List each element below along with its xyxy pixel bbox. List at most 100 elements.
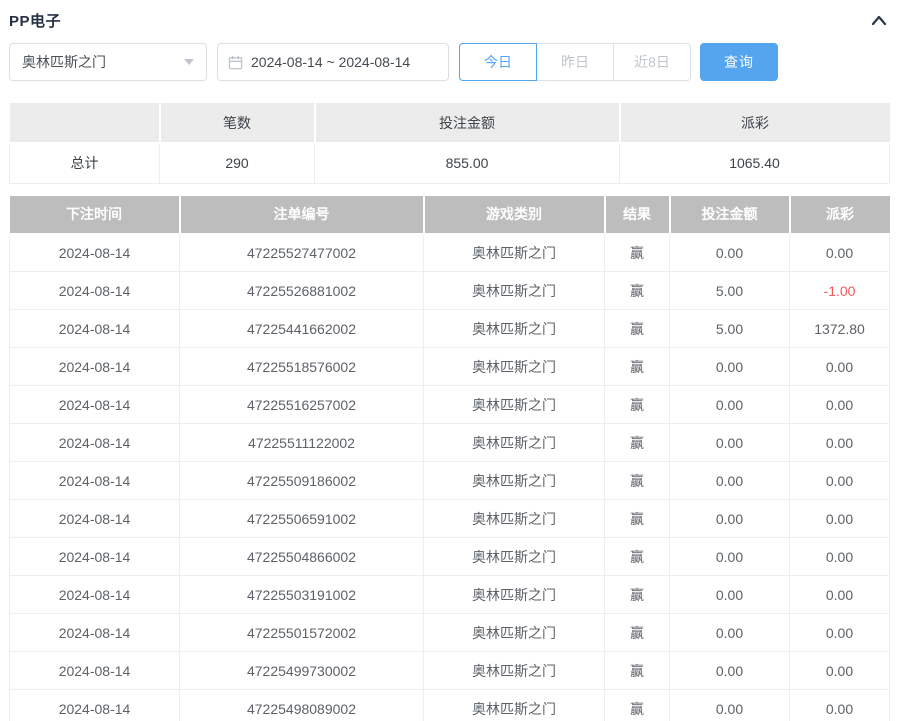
table-row: 2024-08-1447225441662002奥林匹斯之门赢5.001372.… [10,310,890,348]
table-cell: 奥林匹斯之门 [424,462,605,500]
table-row: 2024-08-1447225498089002奥林匹斯之门赢0.000.00 [10,690,890,721]
table-cell: 47225504866002 [180,538,424,576]
yesterday-button[interactable]: 昨日 [536,43,614,81]
table-cell: 赢 [605,538,670,576]
table-cell: 2024-08-14 [10,424,180,462]
records-column-header: 注单编号 [180,196,424,234]
summary-total-row: 总计 290 855.00 1065.40 [10,143,890,183]
table-cell: 0.00 [670,614,790,652]
table-cell: 2024-08-14 [10,348,180,386]
table-cell: 47225506591002 [180,500,424,538]
table-cell: 0.00 [790,500,890,538]
table-cell: 奥林匹斯之门 [424,424,605,462]
collapse-chevron-up-icon[interactable] [868,9,890,31]
table-cell: 0.00 [790,234,890,272]
table-cell: 0.00 [670,690,790,721]
table-cell: 奥林匹斯之门 [424,348,605,386]
table-row: 2024-08-1447225506591002奥林匹斯之门赢0.000.00 [10,500,890,538]
table-row: 2024-08-1447225526881002奥林匹斯之门赢5.00-1.00 [10,272,890,310]
table-cell: 47225499730002 [180,652,424,690]
table-cell: 奥林匹斯之门 [424,234,605,272]
table-cell: 赢 [605,272,670,310]
table-cell: 47225518576002 [180,348,424,386]
table-row: 2024-08-1447225527477002奥林匹斯之门赢0.000.00 [10,234,890,272]
table-cell: 1372.80 [790,310,890,348]
table-cell: 47225509186002 [180,462,424,500]
table-cell: 47225503191002 [180,576,424,614]
table-cell: 0.00 [790,462,890,500]
game-select-value: 奥林匹斯之门 [22,52,106,72]
date-range-input[interactable]: 2024-08-14 ~ 2024-08-14 [217,43,449,81]
chevron-down-icon [184,59,194,65]
table-cell: 5.00 [670,310,790,348]
table-cell: 47225498089002 [180,690,424,721]
summary-col-bet-amount: 投注金额 [315,103,620,143]
filter-row: 奥林匹斯之门 2024-08-14 ~ 2024-08-14 今日 昨日 近8日… [9,43,890,81]
calendar-icon [228,55,243,70]
table-cell: 奥林匹斯之门 [424,538,605,576]
today-button[interactable]: 今日 [459,43,537,81]
last-8-days-button[interactable]: 近8日 [613,43,691,81]
table-cell: 0.00 [670,538,790,576]
summary-total-bet-amount: 855.00 [315,143,620,183]
summary-total-count: 290 [160,143,315,183]
table-cell: 赢 [605,462,670,500]
table-cell: 2024-08-14 [10,576,180,614]
date-range-value: 2024-08-14 ~ 2024-08-14 [251,54,410,70]
table-cell: 47225441662002 [180,310,424,348]
table-cell: 0.00 [790,690,890,721]
table-cell: 奥林匹斯之门 [424,500,605,538]
table-cell: 2024-08-14 [10,538,180,576]
table-row: 2024-08-1447225511122002奥林匹斯之门赢0.000.00 [10,424,890,462]
table-cell: 赢 [605,690,670,721]
table-cell: 赢 [605,348,670,386]
table-cell: 2024-08-14 [10,234,180,272]
table-cell: 奥林匹斯之门 [424,386,605,424]
table-cell: 2024-08-14 [10,272,180,310]
summary-total-label: 总计 [10,143,160,183]
table-cell: 2024-08-14 [10,500,180,538]
table-cell: 奥林匹斯之门 [424,576,605,614]
table-cell: 2024-08-14 [10,386,180,424]
pp-electronic-panel: PP电子 奥林匹斯之门 2024-08-14 ~ 2024-08-14 今日 昨… [0,0,899,721]
table-cell: 47225516257002 [180,386,424,424]
table-cell: 赢 [605,234,670,272]
records-table: 下注时间注单编号游戏类别结果投注金额派彩 2024-08-14472255274… [9,196,890,721]
table-row: 2024-08-1447225499730002奥林匹斯之门赢0.000.00 [10,652,890,690]
table-cell: 0.00 [790,576,890,614]
table-cell: 5.00 [670,272,790,310]
chevron-up-icon [871,14,887,26]
game-select[interactable]: 奥林匹斯之门 [9,43,207,81]
table-cell: 奥林匹斯之门 [424,310,605,348]
panel-title: PP电子 [9,10,61,31]
table-cell: 47225511122002 [180,424,424,462]
table-cell: 赢 [605,310,670,348]
table-cell: 0.00 [790,652,890,690]
panel-header: PP电子 [9,0,890,34]
table-cell: 0.00 [790,614,890,652]
table-cell: 奥林匹斯之门 [424,272,605,310]
table-cell: 47225501572002 [180,614,424,652]
records-column-header: 游戏类别 [424,196,605,234]
table-cell: 0.00 [790,538,890,576]
summary-table: 笔数 投注金额 派彩 总计 290 855.00 1065.40 [9,103,890,184]
table-row: 2024-08-1447225504866002奥林匹斯之门赢0.000.00 [10,538,890,576]
table-cell: 47225527477002 [180,234,424,272]
records-column-header: 投注金额 [670,196,790,234]
search-button[interactable]: 查询 [700,43,778,81]
table-cell: 0.00 [670,424,790,462]
table-cell: 0.00 [670,386,790,424]
table-cell: 赢 [605,424,670,462]
table-cell: 0.00 [670,652,790,690]
table-cell: 赢 [605,500,670,538]
table-cell: 赢 [605,614,670,652]
records-tbody: 2024-08-1447225527477002奥林匹斯之门赢0.000.002… [10,234,890,721]
summary-col-payout: 派彩 [620,103,890,143]
table-cell: 赢 [605,576,670,614]
table-cell: 奥林匹斯之门 [424,690,605,721]
table-cell: 47225526881002 [180,272,424,310]
records-column-header: 结果 [605,196,670,234]
table-cell: 奥林匹斯之门 [424,614,605,652]
table-cell: 0.00 [670,234,790,272]
table-cell: 赢 [605,386,670,424]
